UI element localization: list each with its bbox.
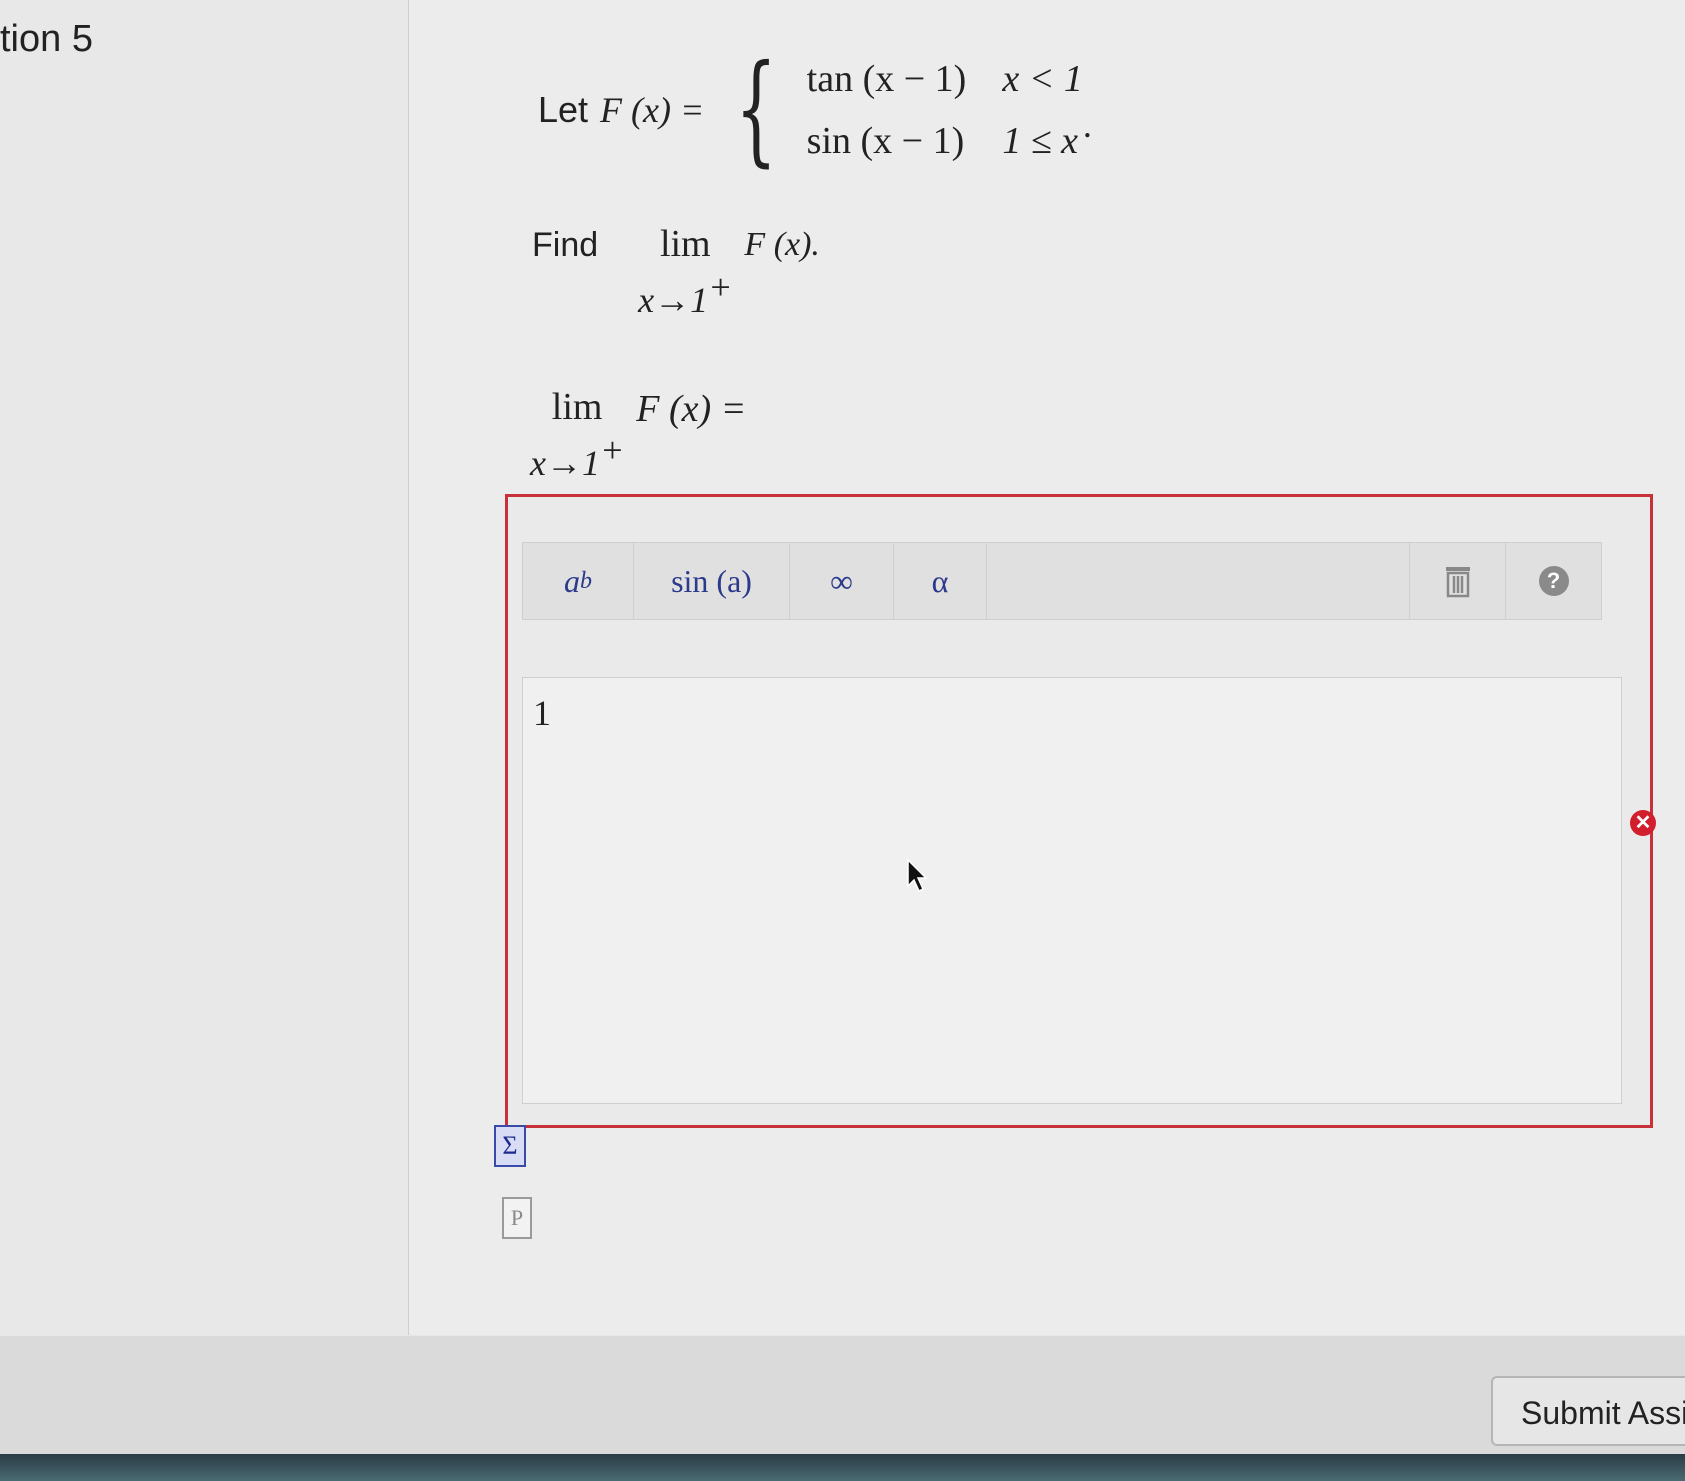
sigma-icon[interactable]: Σ: [494, 1125, 526, 1167]
screen-bezel: [0, 1454, 1685, 1481]
answer-limit: lim x→1+: [530, 385, 624, 484]
sin-button[interactable]: sin (a): [634, 543, 790, 619]
trash-icon: [1445, 567, 1470, 598]
answer-value: 1: [533, 693, 551, 733]
power-exp: b: [580, 567, 592, 594]
find-prompt: Find lim x→1+ F (x).: [532, 222, 820, 321]
power-button[interactable]: ab: [523, 543, 634, 619]
let-text: Let: [538, 89, 589, 130]
error-icon: ✕: [1630, 810, 1656, 836]
lim-word: lim: [659, 223, 711, 265]
function-def: F (x) =: [600, 90, 705, 130]
case-2-condition: 1 ≤ x: [1002, 120, 1079, 162]
alpha-button[interactable]: α: [894, 543, 987, 619]
footer-area: [0, 1336, 1685, 1454]
find-text: Find: [532, 226, 599, 264]
answer-box: ab sin (a) ∞ α ? 1 ✕: [505, 494, 1656, 1128]
find-function: F (x).: [744, 226, 820, 263]
find-limit: lim x→1+: [638, 222, 732, 321]
left-brace: {: [735, 40, 778, 179]
case-1-expr: tan (x − 1): [806, 58, 967, 100]
power-base: a: [564, 562, 580, 599]
case-2-expr: sin (x − 1): [806, 120, 965, 162]
help-icon: ?: [1538, 566, 1569, 596]
help-button[interactable]: ?: [1506, 543, 1601, 619]
lim-subscript: x→1+: [638, 267, 733, 320]
statement-period: .: [1082, 105, 1092, 145]
case-1-condition: x < 1: [1002, 58, 1083, 100]
problem-statement: Let F (x) = { tan (x − 1) x < 1 sin (x −…: [538, 50, 1092, 170]
document-icon[interactable]: P: [502, 1197, 532, 1239]
answer-input[interactable]: 1: [522, 677, 1622, 1104]
answer-function: F (x) =: [636, 388, 747, 430]
toolbar-spacer: [987, 543, 1410, 619]
answer-prompt: lim x→1+ F (x) =: [530, 385, 746, 484]
trash-button[interactable]: [1410, 543, 1506, 619]
lim-word: lim: [551, 386, 603, 428]
infinity-button[interactable]: ∞: [790, 543, 894, 619]
math-toolbar: ab sin (a) ∞ α ?: [522, 542, 1602, 620]
lim-subscript: x→1+: [530, 430, 625, 483]
submit-assignment-button[interactable]: Submit Assig: [1491, 1376, 1685, 1446]
question-label: tion 5: [0, 18, 93, 60]
left-panel: tion 5: [0, 0, 409, 1335]
piecewise-cases: tan (x − 1) x < 1 sin (x − 1) 1 ≤ x: [807, 57, 1083, 163]
mouse-cursor-icon: [907, 858, 928, 893]
